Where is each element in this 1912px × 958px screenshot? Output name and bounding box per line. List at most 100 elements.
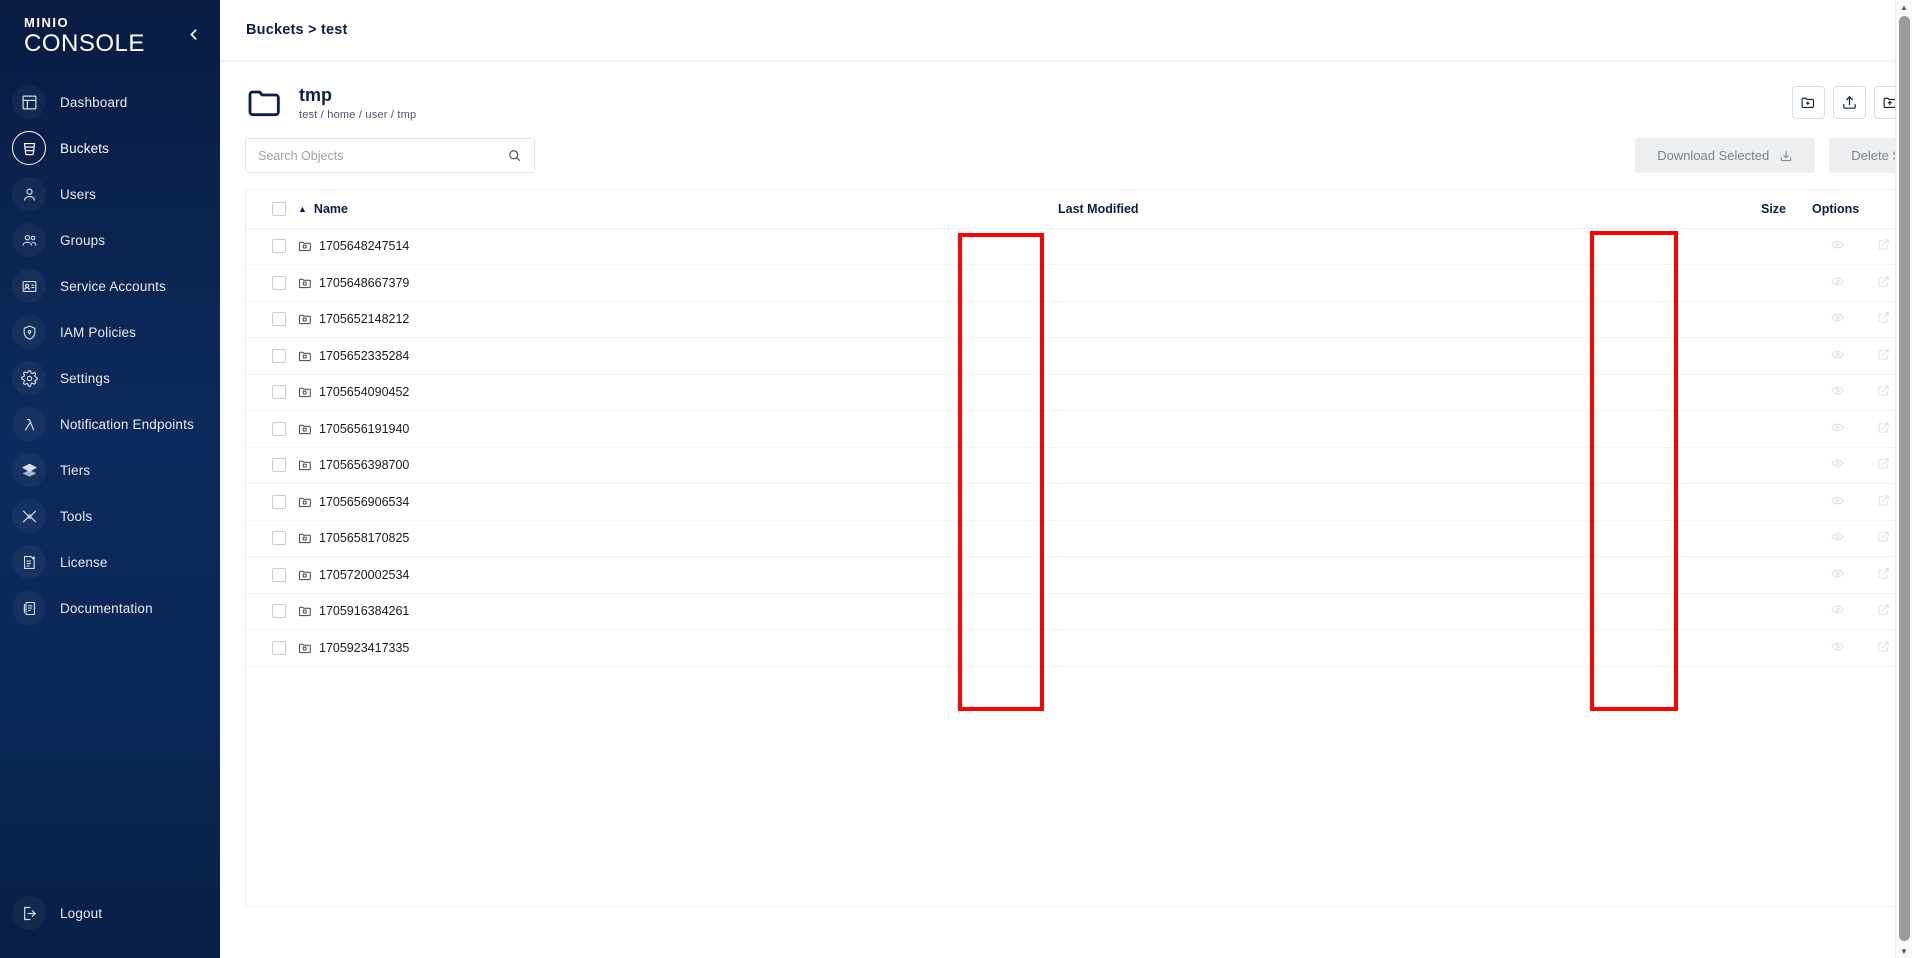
sidebar-item-license[interactable]: License (0, 539, 220, 585)
eye-icon (1830, 238, 1844, 254)
row-size-cell (1698, 374, 1798, 411)
table-row[interactable]: 1705658170825 (246, 520, 1912, 557)
upload-file-button[interactable] (1833, 86, 1866, 119)
row-checkbox[interactable] (272, 385, 286, 400)
row-checkbox[interactable] (272, 604, 286, 619)
row-name-cell[interactable]: 1705656398700 (298, 447, 1058, 484)
table-row[interactable]: 1705648667379 (246, 264, 1912, 302)
row-checkbox[interactable] (272, 348, 286, 363)
object-name-label: 1705652148212 (319, 312, 410, 327)
scroll-up-arrow-icon[interactable]: ▲ (1896, 0, 1912, 14)
breadcrumb[interactable]: Buckets > test (246, 22, 348, 38)
folder-object-icon (298, 495, 312, 509)
download-icon (1781, 150, 1792, 161)
row-name-cell[interactable]: 1705916384261 (298, 593, 1058, 630)
row-size-cell (1698, 593, 1798, 630)
row-name-cell[interactable]: 1705923417335 (298, 629, 1058, 667)
table-row[interactable]: 1705652335284 (246, 337, 1912, 375)
sidebar-item-label: License (60, 554, 108, 570)
row-size-cell (1698, 337, 1798, 375)
row-name-cell[interactable]: 1705720002534 (298, 556, 1058, 594)
share-object-button (1872, 527, 1894, 549)
sidebar-item-iam-policies[interactable]: IAM Policies (0, 309, 220, 355)
folder-object-icon (298, 276, 312, 290)
row-checkbox[interactable] (272, 640, 286, 655)
object-title-group: tmp test / home / user / tmp (245, 82, 416, 122)
row-checkbox[interactable] (272, 275, 286, 290)
row-size-cell (1698, 556, 1798, 594)
row-checkbox[interactable] (272, 239, 286, 254)
table-row[interactable]: 1705654090452 (246, 374, 1912, 411)
row-name-cell[interactable]: 1705652335284 (298, 337, 1058, 375)
table-row[interactable]: 1705656906534 (246, 483, 1912, 521)
row-select-cell (246, 593, 298, 630)
row-checkbox[interactable] (272, 531, 286, 546)
row-select-cell (246, 374, 298, 411)
preview-object-button (1826, 491, 1848, 513)
scroll-down-arrow-icon[interactable]: ▼ (1896, 944, 1912, 958)
download-selected-label: Download Selected (1657, 148, 1770, 163)
eye-icon (1830, 640, 1844, 656)
table-row[interactable]: 1705656398700 (246, 447, 1912, 484)
object-name-label: 1705658170825 (319, 531, 410, 546)
folder-object-icon (298, 641, 312, 655)
shield-icon (12, 315, 46, 349)
page-scrollbar[interactable]: ▲ ▼ (1895, 0, 1912, 958)
sidebar-item-dashboard[interactable]: Dashboard (0, 79, 220, 125)
row-checkbox[interactable] (272, 567, 286, 582)
table-row[interactable]: 1705648247514 (246, 228, 1912, 265)
row-name-cell[interactable]: 1705648247514 (298, 228, 1058, 265)
row-last-modified-cell (1058, 483, 1698, 521)
folder-object-icon (298, 312, 312, 326)
create-new-path-button[interactable] (1792, 86, 1825, 119)
share-object-button (1872, 600, 1894, 622)
row-name-cell[interactable]: 1705656191940 (298, 410, 1058, 448)
table-row[interactable]: 1705916384261 (246, 593, 1912, 630)
column-header-last-modified[interactable]: Last Modified (1058, 190, 1698, 229)
sidebar-item-settings[interactable]: Settings (0, 355, 220, 401)
sidebar-item-logout[interactable]: Logout (0, 890, 220, 936)
sidebar-item-documentation[interactable]: Documentation (0, 585, 220, 631)
table-body: 1705648247514 1705648667379 1705652148212 1… (246, 228, 1912, 667)
search-objects-box[interactable] (245, 138, 535, 173)
table-row[interactable]: 1705720002534 (246, 556, 1912, 594)
column-header-size[interactable]: Size (1698, 190, 1798, 229)
column-header-name[interactable]: ▲ Name (298, 190, 1058, 229)
sidebar-item-buckets[interactable]: Buckets (0, 125, 220, 171)
table-row[interactable]: 1705656191940 (246, 410, 1912, 448)
table-row[interactable]: 1705652148212 (246, 301, 1912, 338)
row-select-cell (246, 556, 298, 594)
sidebar-nav: Dashboard Buckets Users Groups Service A… (0, 79, 220, 631)
sidebar-item-service-accounts[interactable]: Service Accounts (0, 263, 220, 309)
sidebar-item-label: Groups (60, 232, 106, 248)
row-name-cell[interactable]: 1705648667379 (298, 264, 1058, 302)
row-name-cell[interactable]: 1705652148212 (298, 301, 1058, 338)
row-checkbox[interactable] (272, 312, 286, 327)
row-checkbox[interactable] (272, 421, 286, 436)
sidebar-item-tools[interactable]: Tools (0, 493, 220, 539)
sidebar-item-label: IAM Policies (60, 324, 137, 340)
eye-icon (1830, 567, 1844, 583)
search-icon (509, 150, 521, 162)
sidebar-item-groups[interactable]: Groups (0, 217, 220, 263)
search-input[interactable] (258, 148, 507, 163)
gear-icon (12, 361, 46, 395)
row-checkbox[interactable] (272, 458, 286, 473)
row-last-modified-cell (1058, 337, 1698, 375)
selection-action-buttons: Download Selected Delete Selected (1635, 138, 1912, 173)
chevron-left-icon[interactable] (185, 26, 202, 46)
scrollbar-thumb[interactable] (1899, 16, 1910, 941)
row-checkbox[interactable] (272, 494, 286, 509)
row-name-cell[interactable]: 1705658170825 (298, 520, 1058, 557)
row-last-modified-cell (1058, 264, 1698, 302)
sidebar-item-users[interactable]: Users (0, 171, 220, 217)
sidebar-item-tiers[interactable]: Tiers (0, 447, 220, 493)
row-name-cell[interactable]: 1705656906534 (298, 483, 1058, 521)
preview-object-button (1826, 308, 1848, 330)
table-row[interactable]: 1705923417335 (246, 629, 1912, 667)
row-name-cell[interactable]: 1705654090452 (298, 374, 1058, 411)
row-size-cell (1698, 629, 1798, 667)
select-all-checkbox[interactable] (272, 201, 286, 216)
sidebar-item-notification-endpoints[interactable]: Notification Endpoints (0, 401, 220, 447)
folder-object-icon (298, 239, 312, 253)
